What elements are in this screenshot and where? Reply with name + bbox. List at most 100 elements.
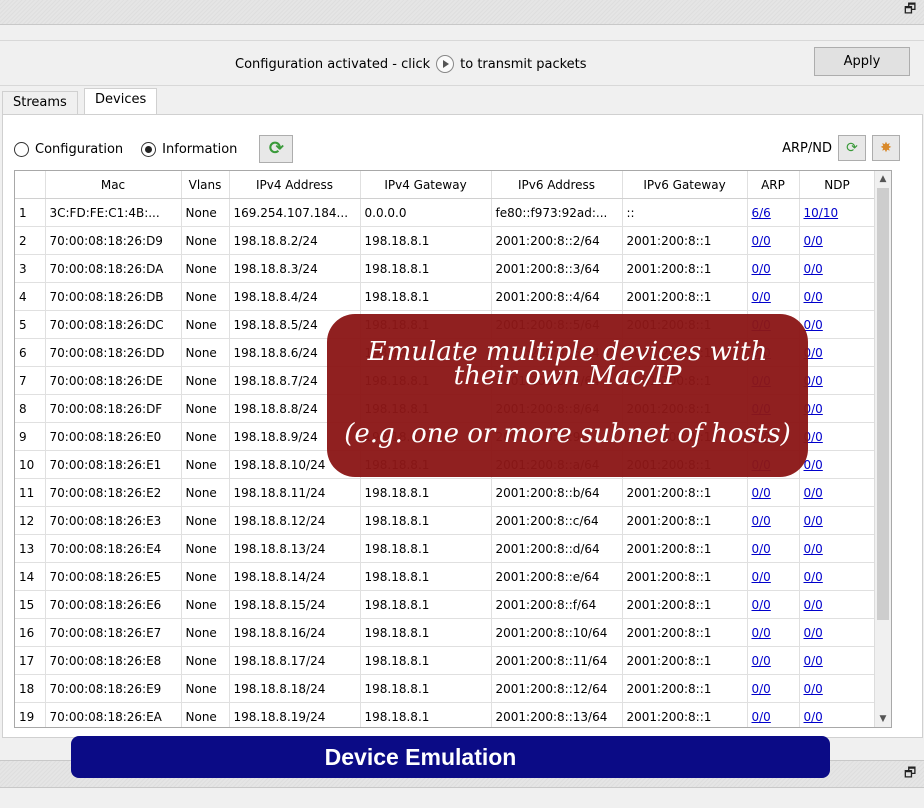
table-cell: 70:00:08:18:26:E3 [45,506,182,535]
table-row[interactable]: 13 70:00:08:18:26:E4 None 198.18.8.13/24 198… [15,534,876,563]
table-cell: 198.18.8.1 [360,646,492,675]
table-cell: None [181,646,230,675]
table-cell: 2001:200:8::1 [622,562,748,591]
ndp-link[interactable]: 0/0 [799,478,876,507]
tab-streams[interactable]: Streams [2,91,78,114]
column-header[interactable]: Vlans [181,171,230,199]
table-cell: 2001:200:8::1 [622,702,748,727]
table-cell: None [181,366,230,395]
table-cell: 198.18.8.16/24 [229,618,361,647]
table-row[interactable]: 12 70:00:08:18:26:E3 None 198.18.8.12/24 198… [15,506,876,535]
table-cell: 70:00:08:18:26:EA [45,702,182,727]
table-row[interactable]: 14 70:00:08:18:26:E5 None 198.18.8.14/24 198… [15,562,876,591]
table-row[interactable]: 2 70:00:08:18:26:D9 None 198.18.8.2/24 198.1… [15,226,876,255]
column-header[interactable]: IPv4 Gateway [360,171,492,199]
table-cell: 2001:200:8::d/64 [491,534,623,563]
row-number: 7 [15,366,46,395]
table-cell: 2001:200:8::1 [622,254,748,283]
arp-link[interactable]: 0/0 [747,534,800,563]
row-number: 14 [15,562,46,591]
table-cell: 70:00:08:18:26:DA [45,254,182,283]
table-cell: None [181,562,230,591]
ndp-link[interactable]: 0/0 [799,310,876,339]
ndp-link[interactable]: 0/0 [799,254,876,283]
column-header[interactable]: IPv6 Address [491,171,623,199]
ndp-link[interactable]: 0/0 [799,562,876,591]
ndp-link[interactable]: 0/0 [799,366,876,395]
scroll-thumb[interactable] [877,188,889,620]
table-cell: 70:00:08:18:26:E8 [45,646,182,675]
arp-link[interactable]: 0/0 [747,226,800,255]
vertical-scrollbar[interactable]: ▲ ▼ [874,171,891,727]
table-cell: 198.18.8.2/24 [229,226,361,255]
ndp-link[interactable]: 10/10 [799,198,876,227]
ndp-link[interactable]: 0/0 [799,702,876,727]
ndp-link[interactable]: 0/0 [799,338,876,367]
arp-link[interactable]: 0/0 [747,674,800,703]
clear-neighbors-button[interactable]: ✸ [872,135,900,161]
table-row[interactable]: 4 70:00:08:18:26:DB None 198.18.8.4/24 198.1… [15,282,876,311]
table-row[interactable]: 17 70:00:08:18:26:E8 None 198.18.8.17/24 198… [15,646,876,675]
arp-link[interactable]: 0/0 [747,618,800,647]
arp-link[interactable]: 0/0 [747,562,800,591]
arp-link[interactable]: 0/0 [747,590,800,619]
table-header-row: Mac Vlans IPv4 Address IPv4 Gateway IPv6 Add… [15,171,876,199]
table-cell: 70:00:08:18:26:D9 [45,226,182,255]
restore-window-icon[interactable]: 🗗 [904,3,918,17]
column-header[interactable]: IPv4 Address [229,171,361,199]
row-number: 4 [15,282,46,311]
table-row[interactable]: 1 3C:FD:FE:C1:4B:... None 169.254.107.184..… [15,198,876,227]
ndp-link[interactable]: 0/0 [799,618,876,647]
ndp-link[interactable]: 0/0 [799,226,876,255]
ndp-link[interactable]: 0/0 [799,506,876,535]
apply-button[interactable]: Apply [814,47,910,76]
row-number-header[interactable] [15,171,46,199]
arp-link[interactable]: 0/0 [747,646,800,675]
arp-link[interactable]: 0/0 [747,702,800,727]
ndp-link[interactable]: 0/0 [799,282,876,311]
column-header[interactable]: IPv6 Gateway [622,171,748,199]
arp-link[interactable]: 0/0 [747,506,800,535]
table-row[interactable]: 3 70:00:08:18:26:DA None 198.18.8.3/24 198.1… [15,254,876,283]
table-cell: 70:00:08:18:26:DE [45,366,182,395]
table-cell: None [181,226,230,255]
table-cell: fe80::f973:92ad:... [491,198,623,227]
column-header[interactable]: NDP [799,171,876,199]
arpnd-controls: ARP/ND ⟳ ✸ [782,135,900,161]
tab-devices[interactable]: Devices [84,88,158,116]
table-row[interactable]: 16 70:00:08:18:26:E7 None 198.18.8.16/24 198… [15,618,876,647]
table-cell: 198.18.8.1 [360,674,492,703]
table-cell: 70:00:08:18:26:E7 [45,618,182,647]
information-radio[interactable] [141,141,157,157]
configuration-radio[interactable] [14,141,29,157]
arp-link[interactable]: 0/0 [747,478,800,507]
ndp-link[interactable]: 0/0 [799,646,876,675]
ndp-link[interactable]: 0/0 [799,590,876,619]
ndp-link[interactable]: 0/0 [799,534,876,563]
refresh-button[interactable]: ⟳ [259,135,294,163]
play-icon [436,55,455,73]
ndp-link[interactable]: 0/0 [799,394,876,423]
scroll-up-icon[interactable]: ▲ [875,171,891,187]
ndp-link[interactable]: 0/0 [799,674,876,703]
information-label: Information [162,141,238,157]
restore-window-icon-bottom[interactable]: 🗗 [904,767,918,781]
column-header[interactable]: ARP [747,171,800,199]
banner-label: Device Emulation [324,743,517,770]
table-row[interactable]: 18 70:00:08:18:26:E9 None 198.18.8.18/24 198… [15,674,876,703]
resolve-neighbors-button[interactable]: ⟳ [838,135,866,161]
column-header[interactable]: Mac [45,171,182,199]
table-cell: 2001:200:8::10/64 [491,618,623,647]
ndp-link[interactable]: 0/0 [799,450,876,479]
table-row[interactable]: 15 70:00:08:18:26:E6 None 198.18.8.15/24 198… [15,590,876,619]
configuration-label: Configuration [35,141,124,157]
arp-link[interactable]: 6/6 [747,198,800,227]
arp-link[interactable]: 0/0 [747,254,800,283]
table-row[interactable]: 11 70:00:08:18:26:E2 None 198.18.8.11/24 198… [15,478,876,507]
table-row[interactable]: 19 70:00:08:18:26:EA None 198.18.8.19/24 198… [15,702,876,727]
ndp-link[interactable]: 0/0 [799,422,876,451]
scroll-down-icon[interactable]: ▼ [875,711,891,727]
table-cell: 198.18.8.1 [360,506,492,535]
callout-line-3: (e.g. one or more subnet of hosts) [344,419,791,449]
arp-link[interactable]: 0/0 [747,282,800,311]
